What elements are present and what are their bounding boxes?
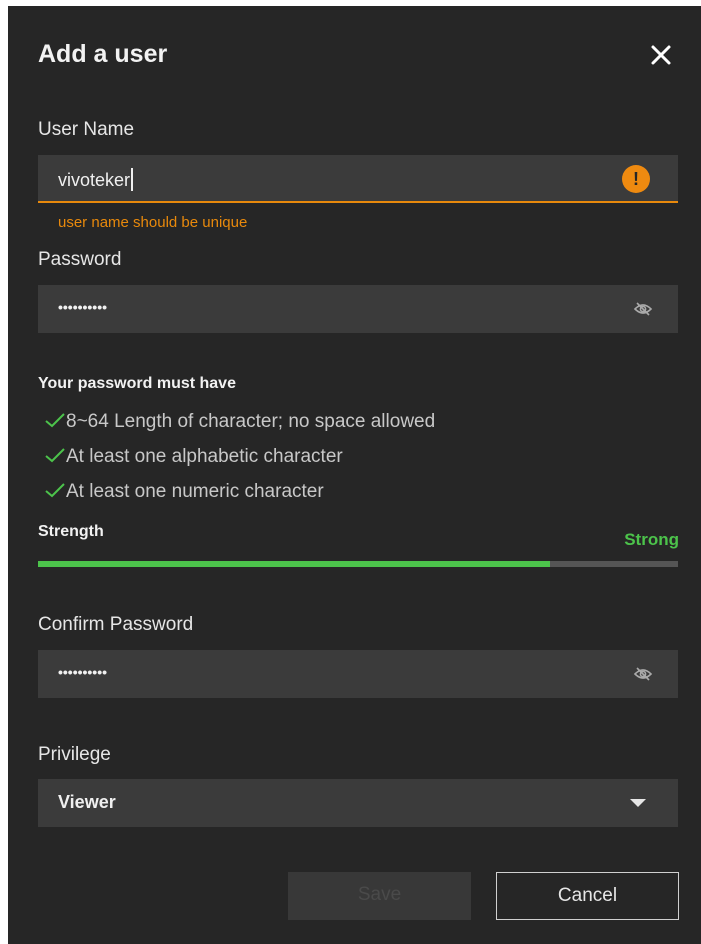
text-cursor bbox=[131, 168, 133, 191]
cancel-button[interactable]: Cancel bbox=[496, 872, 679, 920]
dialog-title: Add a user bbox=[38, 40, 168, 68]
password-label: Password bbox=[38, 249, 122, 270]
password-value: •••••••••• bbox=[58, 299, 108, 315]
password-rule-text: At least one alphabetic character bbox=[66, 446, 343, 467]
password-rule-item: At least one numeric character bbox=[44, 481, 324, 503]
warning-icon: ! bbox=[622, 165, 650, 193]
strength-label: Strength bbox=[38, 523, 104, 540]
dropdown-arrow-icon bbox=[630, 799, 646, 807]
check-icon bbox=[45, 413, 65, 428]
page: Add a user User Name vivoteker ! user na… bbox=[0, 0, 701, 944]
confirm-password-value: •••••••••• bbox=[58, 664, 108, 680]
privilege-select[interactable]: Viewer bbox=[38, 779, 678, 827]
username-input[interactable]: vivoteker ! bbox=[38, 155, 678, 203]
strength-meter-fill bbox=[38, 561, 550, 567]
username-error-message: user name should be unique bbox=[58, 214, 248, 231]
add-user-dialog: Add a user User Name vivoteker ! user na… bbox=[8, 6, 701, 944]
check-icon bbox=[45, 448, 65, 463]
eye-hidden-icon[interactable] bbox=[633, 299, 653, 319]
username-label: User Name bbox=[38, 119, 135, 140]
save-button[interactable]: Save bbox=[288, 872, 471, 920]
close-button[interactable] bbox=[646, 40, 676, 70]
password-rules-title: Your password must have bbox=[38, 375, 236, 392]
password-rule-item: 8~64 Length of character; no space allow… bbox=[44, 411, 435, 433]
confirm-password-input[interactable]: •••••••••• bbox=[38, 650, 678, 698]
privilege-label: Privilege bbox=[38, 744, 111, 765]
password-rule-item: At least one alphabetic character bbox=[44, 446, 343, 468]
password-rule-text: 8~64 Length of character; no space allow… bbox=[66, 411, 436, 432]
strength-value: Strong bbox=[624, 530, 679, 549]
privilege-selected-value: Viewer bbox=[58, 792, 116, 812]
username-value: vivoteker bbox=[58, 170, 131, 190]
confirm-password-label: Confirm Password bbox=[38, 614, 194, 635]
eye-hidden-icon[interactable] bbox=[633, 664, 653, 684]
password-rule-text: At least one numeric character bbox=[66, 481, 324, 502]
password-input[interactable]: •••••••••• bbox=[38, 285, 678, 333]
strength-meter bbox=[38, 561, 678, 567]
close-icon bbox=[651, 45, 671, 65]
check-icon bbox=[45, 483, 65, 498]
